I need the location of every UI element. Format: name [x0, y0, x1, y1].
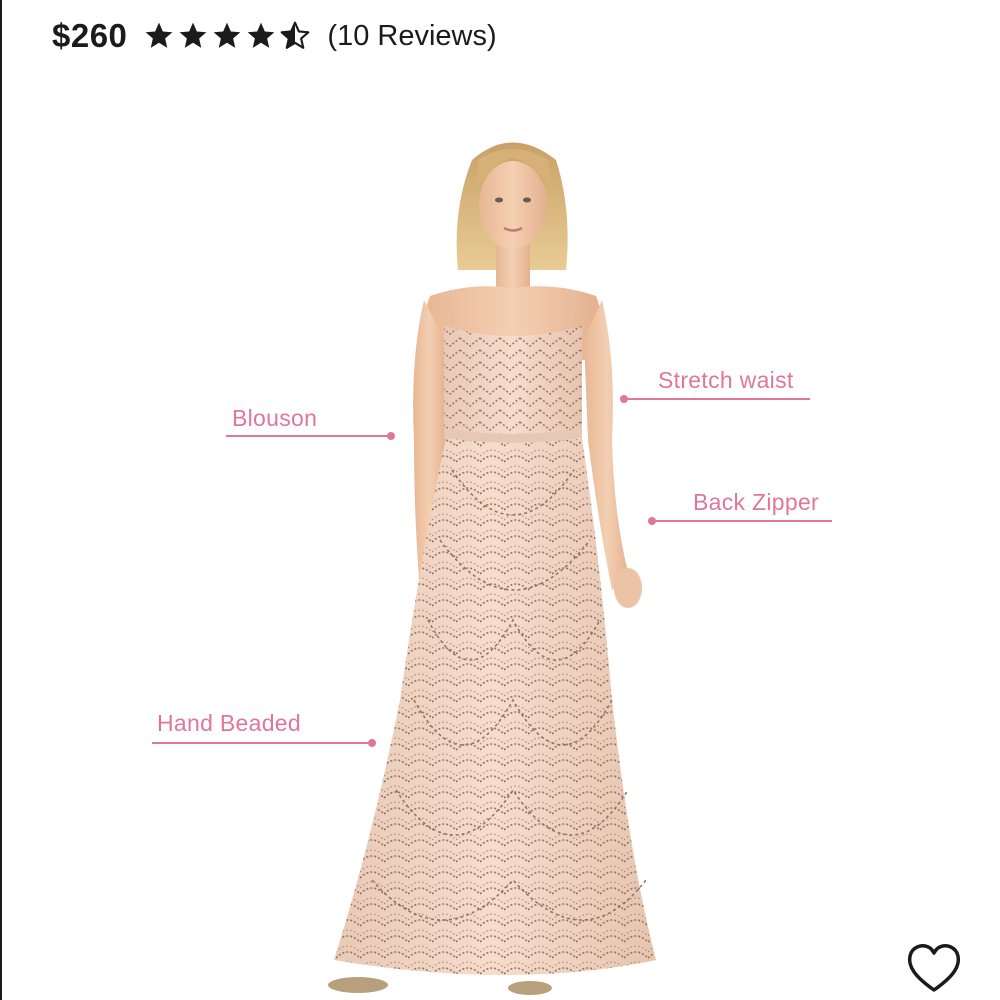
- half-star-icon: [279, 20, 311, 52]
- product-photo: [0, 80, 1000, 1000]
- reviews-link[interactable]: (10 Reviews): [327, 20, 496, 53]
- product-page: $260 (10 Reviews) Blouson Stretch waist …: [0, 0, 1000, 1000]
- star-icon: [211, 20, 243, 52]
- heart-outline-icon: [907, 944, 961, 992]
- callout-hand-beaded-line: [152, 742, 372, 744]
- callout-back-zipper-dot: [648, 517, 656, 525]
- callout-back-zipper-line: [652, 520, 832, 522]
- callout-stretch-waist-dot: [620, 395, 628, 403]
- callout-back-zipper-label: Back Zipper: [693, 489, 820, 515]
- product-summary: $260 (10 Reviews): [52, 14, 497, 58]
- callout-blouson-label: Blouson: [232, 405, 318, 431]
- callout-stretch-waist-line: [624, 398, 810, 400]
- callout-hand-beaded-dot: [368, 739, 376, 747]
- callout-blouson-dot: [387, 432, 395, 440]
- star-icon: [143, 20, 175, 52]
- product-price: $260: [52, 17, 128, 54]
- rating-stars[interactable]: [143, 20, 311, 52]
- star-icon: [245, 20, 277, 52]
- star-icon: [177, 20, 209, 52]
- favorite-button[interactable]: [904, 940, 964, 996]
- callout-blouson-line: [226, 435, 390, 437]
- callout-hand-beaded-label: Hand Beaded: [157, 710, 301, 736]
- callout-stretch-waist-label: Stretch waist: [658, 367, 794, 393]
